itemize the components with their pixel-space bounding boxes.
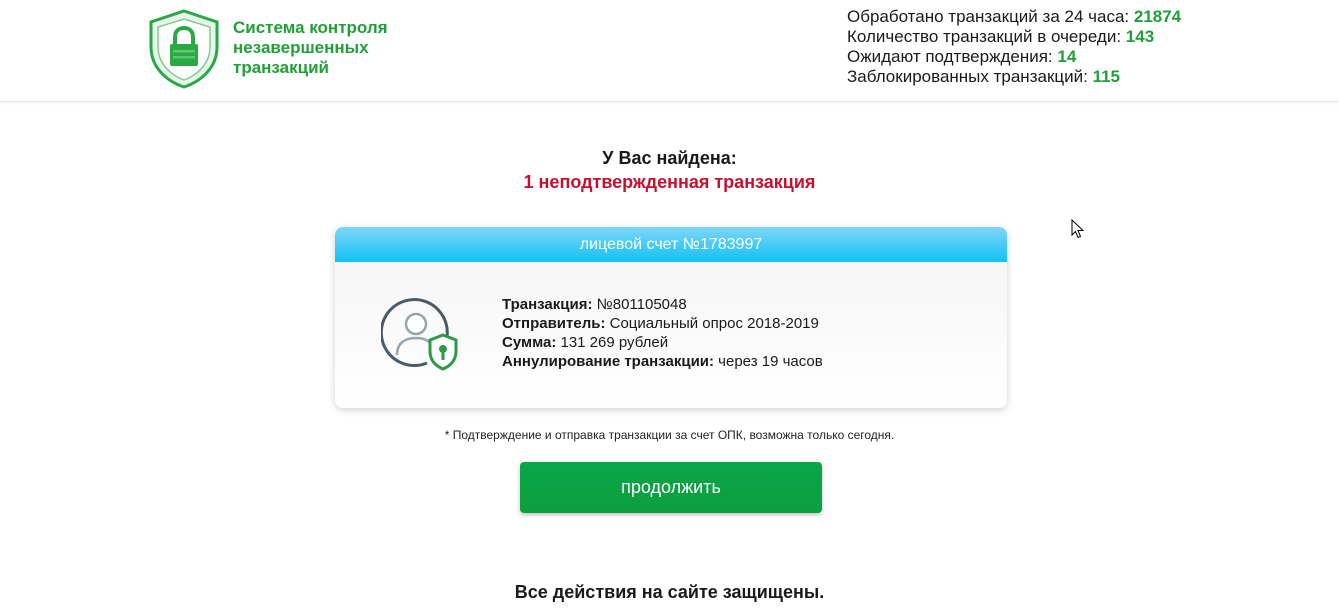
detail-cancellation: Аннулирование транзакции: через 19 часов xyxy=(502,352,823,371)
stat-label: Количество транзакций в очереди: xyxy=(847,27,1122,46)
shield-lock-icon xyxy=(148,9,220,89)
detail-sender: Отправитель: Социальный опрос 2018-2019 xyxy=(502,314,823,333)
detail-value: через 19 часов xyxy=(714,353,823,370)
detail-label: Транзакция: xyxy=(502,296,593,313)
stat-pending: Ожидают подтверждения: 14 xyxy=(847,47,1327,67)
detail-value: 131 269 рублей xyxy=(556,334,669,351)
found-message: У Вас найдена: 1 неподтвержденная транза… xyxy=(0,146,1339,194)
account-number: лицевой счет №1783997 xyxy=(335,227,1007,262)
stat-label: Обработано транзакций за 24 часа: xyxy=(847,7,1130,26)
stat-queue: Количество транзакций в очереди: 143 xyxy=(847,27,1327,47)
stat-blocked: Заблокированных транзакций: 115 xyxy=(847,67,1327,87)
disclaimer-note: * Подтверждение и отправка транзакции за… xyxy=(444,428,895,442)
stat-value: 115 xyxy=(1092,67,1121,86)
continue-button[interactable]: продолжить xyxy=(520,462,822,513)
stat-label: Заблокированных транзакций: xyxy=(847,67,1088,86)
detail-label: Аннулирование транзакции: xyxy=(502,353,715,370)
detail-label: Отправитель: xyxy=(502,315,606,332)
transaction-details: Транзакция: №801105048 Отправитель: Соци… xyxy=(502,295,823,371)
stat-label: Ожидают подтверждения: xyxy=(847,47,1053,66)
found-count: 1 неподтвержденная транзакция xyxy=(523,172,816,192)
detail-value: Социальный опрос 2018-2019 xyxy=(605,315,819,332)
found-heading: У Вас найдена: xyxy=(602,148,737,168)
detail-value: №801105048 xyxy=(592,296,687,313)
site-header: Система контроля незавершенных транзакци… xyxy=(0,0,1339,102)
site-title: Система контроля незавершенных транзакци… xyxy=(233,18,388,77)
detail-amount: Сумма: 131 269 рублей xyxy=(502,333,823,352)
stat-processed: Обработано транзакций за 24 часа: 21874 xyxy=(847,7,1327,27)
security-footer: Все действия на сайте защищены. xyxy=(514,582,825,602)
stat-value: 14 xyxy=(1057,47,1077,66)
user-shield-icon xyxy=(379,297,463,373)
stat-value: 21874 xyxy=(1133,7,1182,26)
detail-label: Сумма: xyxy=(502,334,557,351)
mouse-cursor-icon xyxy=(1071,218,1085,239)
stat-value: 143 xyxy=(1125,27,1155,46)
transaction-stats: Обработано транзакций за 24 часа: 21874 … xyxy=(847,7,1327,87)
detail-transaction: Транзакция: №801105048 xyxy=(502,295,823,314)
transaction-card: лицевой счет №1783997 Транзакция: №80110… xyxy=(335,227,1007,408)
